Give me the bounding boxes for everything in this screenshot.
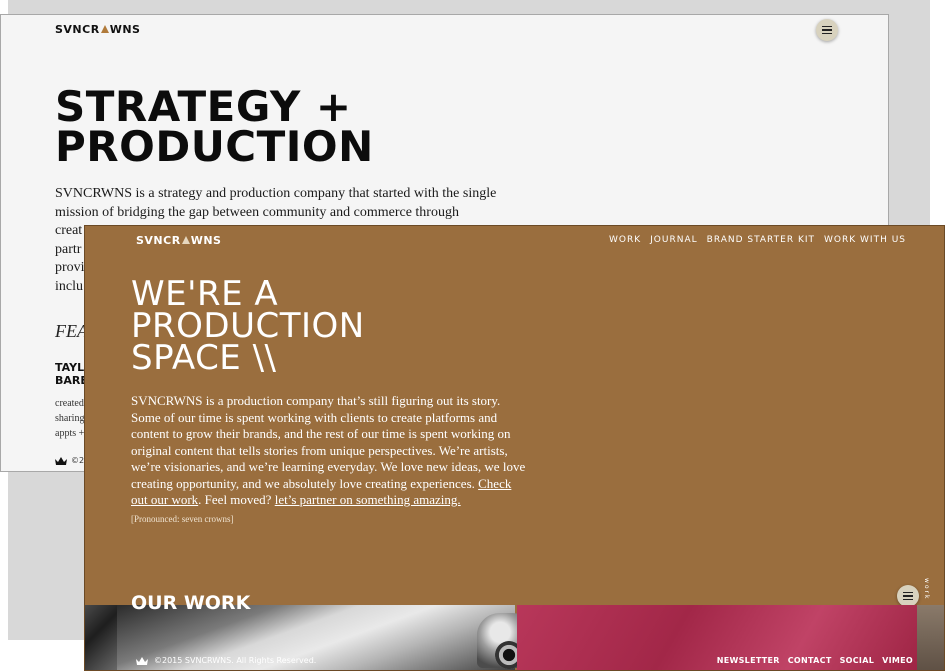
footer-link-newsletter[interactable]: NEWSLETTER <box>717 656 780 665</box>
menu-icon-bar <box>822 25 832 28</box>
hero-heading: WE'RE A PRODUCTION SPACE \\ <box>131 274 365 378</box>
copyright-text: ©2015 SVNCRWNS. All Rights Reserved. <box>154 656 317 665</box>
menu-icon-bar <box>903 591 913 594</box>
menu-icon-bar <box>822 29 832 31</box>
footer-link-vimeo[interactable]: VIMEO <box>882 656 913 665</box>
nav-brand-starter-kit[interactable]: BRAND STARTER KIT <box>707 235 815 245</box>
menu-button[interactable] <box>897 585 919 607</box>
pronunciation-note: [Pronounced: seven crowns] <box>131 514 234 524</box>
partner-link[interactable]: let’s partner on something amazing. <box>275 492 461 507</box>
site-logo[interactable]: SVNCR WNS <box>136 234 221 247</box>
footer-link-contact[interactable]: CONTACT <box>788 656 832 665</box>
footer: ©2015 SVNCRWNS. All Rights Reserved. <box>136 656 316 665</box>
menu-icon-bar <box>903 595 913 597</box>
page-title: STRATEGY + PRODUCTION <box>55 82 374 171</box>
our-work-heading: OUR WORK <box>131 592 251 614</box>
menu-icon-bar <box>903 598 913 601</box>
hero-paragraph: SVNCRWNS is a production company that’s … <box>131 393 526 507</box>
nav-journal[interactable]: JOURNAL <box>650 235 697 245</box>
site-logo[interactable]: SVNCR WNS <box>55 23 140 36</box>
side-scroll-label: work <box>923 578 930 601</box>
nav-work[interactable]: WORK <box>609 235 641 245</box>
main-nav: WORK JOURNAL BRAND STARTER KIT WORK WITH… <box>609 235 906 245</box>
menu-button[interactable] <box>816 19 838 41</box>
footer-links: NEWSLETTER CONTACT SOCIAL VIMEO <box>717 656 913 665</box>
logo-crown-triangle <box>181 236 190 244</box>
logo-crown-triangle <box>100 25 109 33</box>
work-tile-dark[interactable] <box>85 605 117 670</box>
crown-icon <box>55 456 67 465</box>
nav-work-with-us[interactable]: WORK WITH US <box>824 235 906 245</box>
production-page-window: SVNCR WNS WORK JOURNAL BRAND STARTER KIT … <box>84 225 945 671</box>
menu-icon-bar <box>822 32 832 35</box>
footer-link-social[interactable]: SOCIAL <box>840 656 875 665</box>
work-tile-partial[interactable] <box>917 605 944 670</box>
crown-icon <box>136 656 148 665</box>
